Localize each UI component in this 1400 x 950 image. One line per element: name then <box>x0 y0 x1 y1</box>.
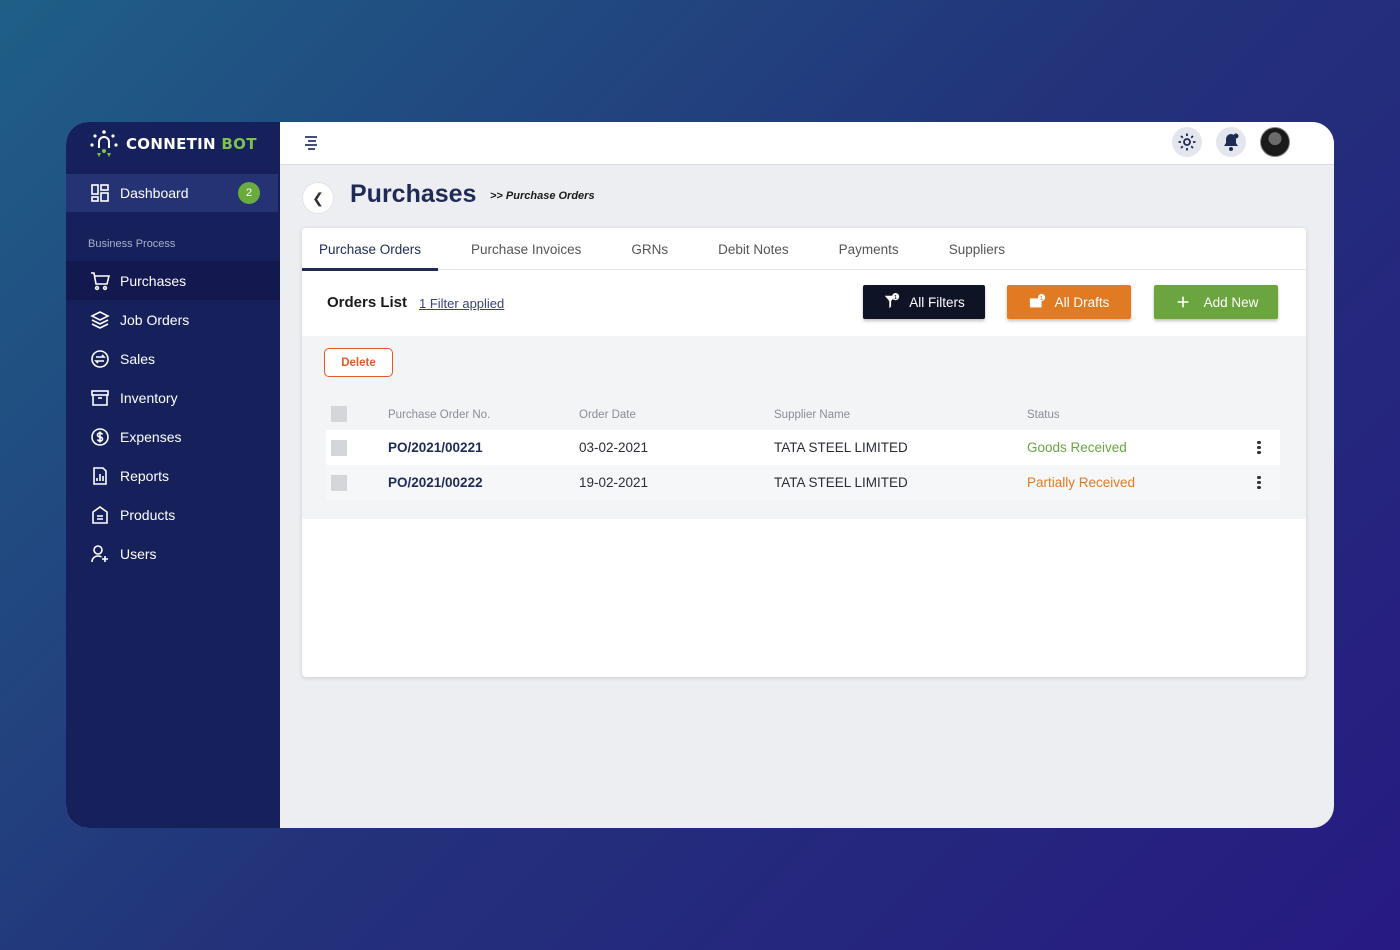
sidebar-item-label: Expenses <box>120 428 182 445</box>
top-actions <box>1172 127 1290 157</box>
filter-applied-link[interactable]: 1 Filter applied <box>419 296 504 311</box>
all-drafts-button[interactable]: 1 All Drafts <box>1007 285 1131 319</box>
order-date: 19-02-2021 <box>579 475 649 490</box>
brand-name: CONNETIN BOT <box>126 135 257 153</box>
list-toolbar: Orders List 1 Filter applied 1 All Filte… <box>302 270 1306 336</box>
orders-table-area: Delete Purchase Order No. Order Date Sup… <box>302 336 1306 519</box>
tab-purchase-orders[interactable]: Purchase Orders <box>302 228 439 271</box>
sidebar-item-sales[interactable]: Sales <box>66 339 280 378</box>
sidebar-item-users[interactable]: Users <box>66 534 280 573</box>
sidebar-item-products[interactable]: Products <box>66 495 280 534</box>
chevron-left-icon: ❮ <box>312 189 324 206</box>
cart-icon <box>91 271 110 290</box>
add-new-button[interactable]: Add New <box>1154 285 1278 319</box>
user-add-icon <box>91 544 108 562</box>
layers-icon <box>90 310 110 329</box>
page-title: Purchases <box>350 180 477 208</box>
row-checkbox[interactable] <box>331 440 347 456</box>
tab-purchase-invoices[interactable]: Purchase Invoices <box>454 228 598 270</box>
filters-count: 1 <box>894 295 897 301</box>
sidebar-item-label: Dashboard <box>120 185 189 201</box>
column-header-status: Status <box>1027 409 1060 421</box>
orders-card: Purchase Orders Purchase Invoices GRNs D… <box>302 228 1306 677</box>
more-options-icon[interactable] <box>1256 439 1262 457</box>
sidebar-item-label: Job Orders <box>120 311 190 328</box>
select-all-checkbox[interactable] <box>331 406 347 422</box>
all-drafts-label: All Drafts <box>1054 294 1110 310</box>
tab-grns[interactable]: GRNs <box>614 228 685 270</box>
sidebar-item-inventory[interactable]: Inventory <box>66 378 280 417</box>
po-number[interactable]: PO/2021/00222 <box>388 475 483 490</box>
orders-list-title: Orders List <box>327 294 408 311</box>
sidebar-item-label: Inventory <box>120 389 178 406</box>
back-button[interactable]: ❮ <box>302 182 334 214</box>
tab-debit-notes[interactable]: Debit Notes <box>701 228 806 270</box>
order-date: 03-02-2021 <box>579 440 649 455</box>
sidebar-item-label: Reports <box>120 467 170 484</box>
section-label: Business Process <box>88 238 176 250</box>
drafts-icon: 1 <box>1029 293 1045 308</box>
dashboard-icon <box>91 184 109 202</box>
sidebar-item-label: Sales <box>120 350 156 367</box>
table-row[interactable]: PO/2021/00221 03-02-2021 TATA STEEL LIMI… <box>326 430 1280 465</box>
table-row[interactable]: PO/2021/00222 19-02-2021 TATA STEEL LIMI… <box>326 465 1280 500</box>
main-content: ❮ Purchases >> Purchase Orders Purchase … <box>280 122 1334 828</box>
logo-icon <box>90 130 118 157</box>
add-new-label: Add New <box>1203 294 1259 310</box>
column-header-supplier: Supplier Name <box>774 409 851 421</box>
sidebar-item-label: Users <box>120 545 157 562</box>
bell-icon <box>1224 133 1239 151</box>
archive-icon <box>91 389 109 406</box>
sidebar-item-job-orders[interactable]: Job Orders <box>66 300 280 339</box>
supplier-name: TATA STEEL LIMITED <box>774 475 908 490</box>
all-filters-label: All Filters <box>909 294 965 310</box>
sidebar-item-dashboard[interactable]: Dashboard 2 <box>66 174 278 212</box>
breadcrumb[interactable]: >> Purchase Orders <box>490 190 595 202</box>
sidebar-item-purchases[interactable]: Purchases <box>66 261 280 300</box>
money-icon <box>91 427 109 446</box>
status-label: Goods Received <box>1027 440 1127 455</box>
menu-toggle-icon[interactable] <box>302 133 322 153</box>
dashboard-count-badge: 2 <box>238 182 260 204</box>
product-icon <box>92 505 108 524</box>
brand-logo[interactable]: CONNETIN BOT <box>66 122 280 166</box>
sidebar-nav: Purchases Job Orders Sales Inventory Exp… <box>66 261 280 573</box>
sidebar-item-label: Purchases <box>120 272 187 289</box>
tab-suppliers[interactable]: Suppliers <box>932 228 1022 270</box>
supplier-name: TATA STEEL LIMITED <box>774 440 908 455</box>
filter-icon: 1 <box>885 293 900 309</box>
all-filters-button[interactable]: 1 All Filters <box>863 285 985 319</box>
app-window: CONNETIN BOT Dashboard 2 Business Proces… <box>66 122 1334 828</box>
table-header: Purchase Order No. Order Date Supplier N… <box>302 398 1306 428</box>
status-label: Partially Received <box>1027 475 1136 490</box>
sidebar-item-expenses[interactable]: Expenses <box>66 417 280 456</box>
column-header-date: Order Date <box>579 409 636 421</box>
exchange-icon <box>91 349 109 368</box>
sidebar: CONNETIN BOT Dashboard 2 Business Proces… <box>66 122 280 828</box>
gear-icon <box>1178 133 1196 151</box>
drafts-count: 1 <box>1039 296 1042 302</box>
notifications-button[interactable] <box>1216 127 1246 157</box>
po-number[interactable]: PO/2021/00221 <box>388 440 483 455</box>
sidebar-item-label: Products <box>120 506 176 523</box>
avatar[interactable] <box>1260 127 1290 157</box>
settings-button[interactable] <box>1172 127 1202 157</box>
plus-icon <box>1177 296 1189 308</box>
tab-payments[interactable]: Payments <box>822 228 916 270</box>
row-checkbox[interactable] <box>331 475 347 491</box>
delete-button[interactable]: Delete <box>324 348 393 377</box>
more-options-icon[interactable] <box>1256 474 1262 492</box>
sidebar-item-reports[interactable]: Reports <box>66 456 280 495</box>
top-bar <box>280 122 1334 165</box>
chart-icon <box>93 466 107 485</box>
column-header-po: Purchase Order No. <box>388 409 491 421</box>
tab-bar: Purchase Orders Purchase Invoices GRNs D… <box>302 228 1306 271</box>
